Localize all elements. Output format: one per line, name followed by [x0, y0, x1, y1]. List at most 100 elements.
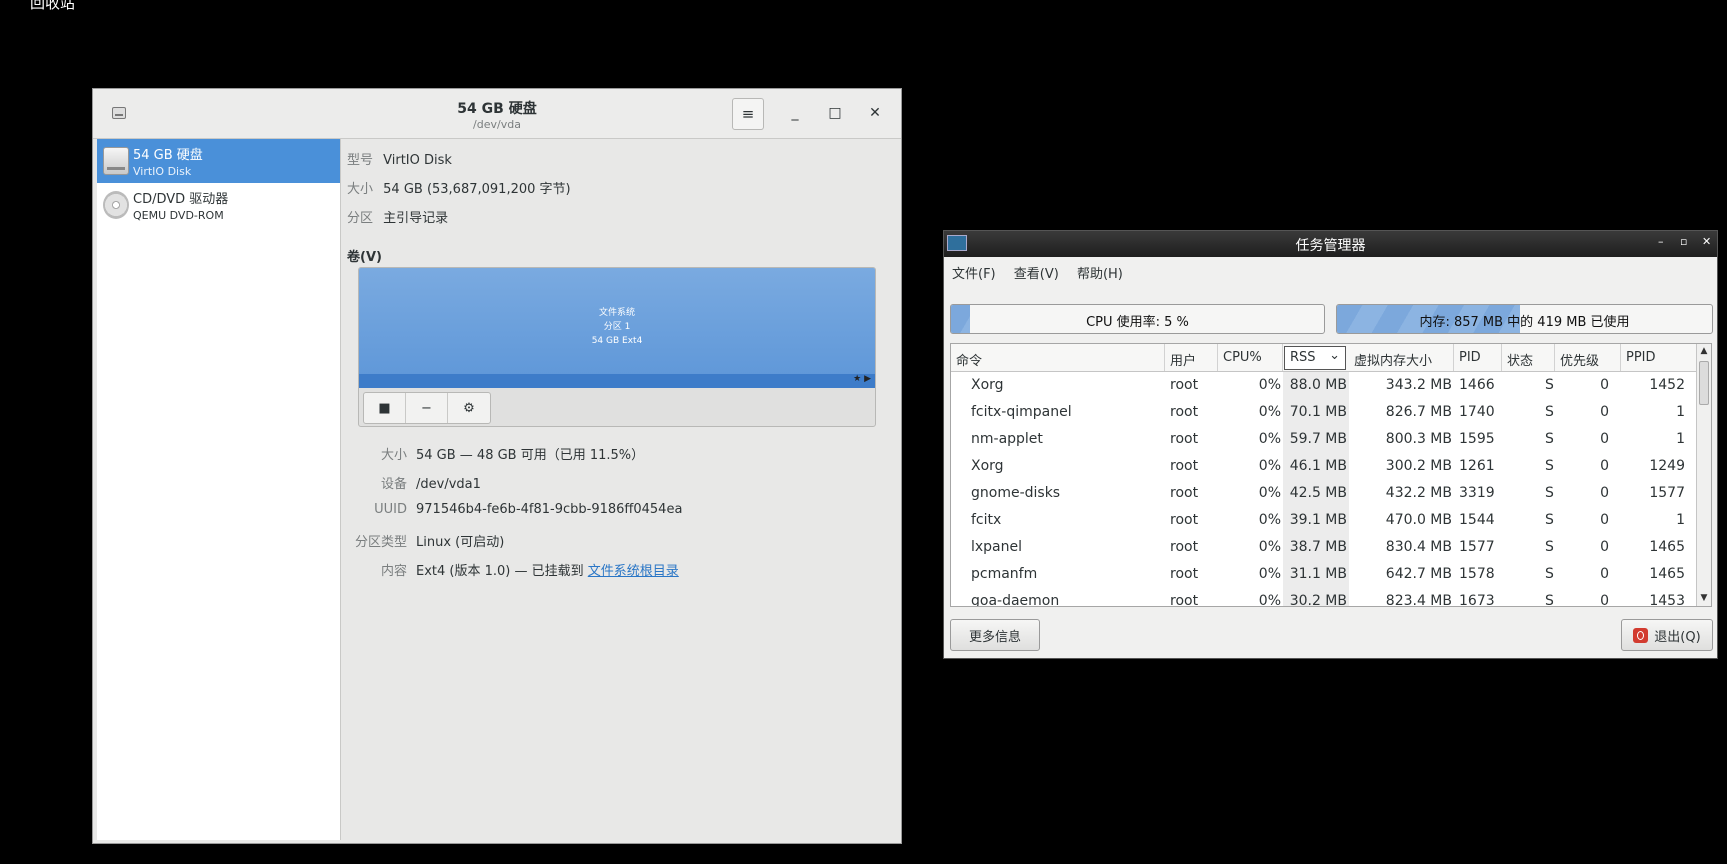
tm-title: 任务管理器 — [1295, 238, 1366, 254]
col-priority[interactable]: 优先级 — [1555, 344, 1621, 371]
info-model-label: 型号 — [347, 153, 374, 168]
cell-prio: 0 — [1600, 431, 1609, 447]
delete-partition-button[interactable]: − — [406, 393, 448, 423]
close-button[interactable]: ✕ — [863, 101, 887, 125]
col-command[interactable]: 命令 — [951, 344, 1165, 371]
cell-prio: 0 — [1600, 458, 1609, 474]
maximize-icon: □ — [828, 105, 842, 121]
detail-content-value: Ext4 (版本 1.0) — 已挂载到 — [416, 564, 588, 579]
table-row[interactable]: fcitx root 0% 39.1 MB 470.0 MB 1544 S 0 1 — [951, 507, 1711, 534]
col-pid[interactable]: PID — [1454, 344, 1502, 371]
cell-pid: 1261 — [1459, 458, 1495, 474]
cell-cpu: 0% — [1258, 566, 1281, 582]
cell-user: root — [1170, 431, 1199, 447]
cell-vmem: 470.0 MB — [1385, 512, 1452, 528]
cell-state: S — [1545, 404, 1554, 420]
menu-help[interactable]: 帮助(H) — [1077, 267, 1123, 282]
device-sidebar: 54 GB 硬盘 VirtIO Disk CD/DVD 驱动器 QEMU DVD… — [97, 139, 341, 840]
menu-button[interactable]: ≡ — [732, 98, 764, 130]
cell-rss: 42.5 MB — [1289, 485, 1347, 501]
table-row[interactable]: nm-applet root 0% 59.7 MB 800.3 MB 1595 S 0 1 — [951, 426, 1711, 453]
cpu-meter: CPU 使用率: 5 % — [950, 304, 1325, 334]
disks-window: 54 GB 硬盘 /dev/vda ≡ _ □ ✕ 54 GB 硬盘 VirtI… — [92, 88, 902, 844]
cell-ppid: 1 — [1676, 431, 1685, 447]
tm-maximize-button[interactable]: ▫ — [1680, 235, 1687, 248]
cell-cpu: 0% — [1258, 539, 1281, 555]
scroll-thumb[interactable] — [1699, 361, 1709, 405]
cell-cmd: Xorg — [971, 458, 1004, 474]
unmount-button[interactable]: ■ — [364, 393, 406, 423]
col-rss[interactable]: RSS ⌄ — [1284, 346, 1346, 370]
detail-device: 设备/dev/vda1 — [342, 473, 481, 492]
cell-pid: 1673 — [1459, 593, 1495, 607]
table-row[interactable]: lxpanel root 0% 38.7 MB 830.4 MB 1577 S 0 1465 — [951, 534, 1711, 561]
col-state[interactable]: 状态 — [1502, 344, 1555, 371]
tm-close-button[interactable]: ✕ — [1702, 235, 1711, 248]
partition-size-label: 54 GB Ext4 — [591, 336, 643, 346]
cell-prio: 0 — [1600, 512, 1609, 528]
quit-label: 退出(Q) — [1654, 629, 1701, 645]
cell-cmd: fcitx-qimpanel — [971, 404, 1072, 420]
device-name: 54 GB 硬盘 — [133, 148, 203, 163]
cell-state: S — [1545, 377, 1554, 393]
disk-details-pane: 型号 VirtIO Disk 大小 54 GB (53,687,091,200 … — [342, 139, 898, 840]
desktop-trash-label[interactable]: 回收站 — [30, 0, 75, 13]
quit-button[interactable]: 退出(Q) — [1621, 619, 1713, 651]
table-row[interactable]: pcmanfm root 0% 31.1 MB 642.7 MB 1578 S 0 1465 — [951, 561, 1711, 588]
info-size: 大小 54 GB (53,687,091,200 字节) — [347, 178, 571, 197]
minus-icon: − — [421, 400, 432, 416]
col-user[interactable]: 用户 — [1165, 344, 1218, 371]
cell-vmem: 432.2 MB — [1385, 485, 1452, 501]
scroll-down-icon[interactable]: ▼ — [1697, 591, 1711, 606]
col-cpu[interactable]: CPU% — [1218, 344, 1283, 371]
minimize-button[interactable]: _ — [783, 101, 807, 125]
maximize-button[interactable]: □ — [823, 101, 847, 125]
detail-contents: 内容 Ext4 (版本 1.0) — 已挂载到 文件系统根目录 — [342, 560, 679, 579]
cell-vmem: 642.7 MB — [1385, 566, 1452, 582]
more-info-button[interactable]: 更多信息 — [950, 619, 1040, 651]
mount-point-link[interactable]: 文件系统根目录 — [588, 564, 679, 579]
stop-icon: ■ — [378, 400, 391, 416]
cell-pid: 1578 — [1459, 566, 1495, 582]
table-row[interactable]: goa-daemon root 0% 30.2 MB 823.4 MB 1673 S 0 145… — [951, 588, 1711, 607]
table-row[interactable]: fcitx-qimpanel root 0% 70.1 MB 826.7 MB 1740 S… — [951, 399, 1711, 426]
table-row[interactable]: Xorg root 0% 88.0 MB 343.2 MB 1466 S 0 1452 — [951, 372, 1711, 399]
partition-options-button[interactable]: ⚙ — [448, 393, 490, 423]
cell-vmem: 830.4 MB — [1385, 539, 1452, 555]
cell-vmem: 300.2 MB — [1385, 458, 1452, 474]
device-sub: QEMU DVD-ROM — [133, 209, 224, 222]
cell-rss: 38.7 MB — [1289, 539, 1347, 555]
device-item-harddisk[interactable]: 54 GB 硬盘 VirtIO Disk — [97, 139, 340, 183]
detail-ptype-value: Linux (可启动) — [416, 535, 505, 550]
menu-file[interactable]: 文件(F) — [952, 267, 996, 282]
cell-state: S — [1545, 539, 1554, 555]
col-virtual-memory[interactable]: 虚拟内存大小 — [1349, 344, 1454, 371]
sort-descending-icon: ⌄ — [1329, 348, 1340, 363]
cell-cmd: gnome-disks — [971, 485, 1061, 501]
tm-minimize-button[interactable]: – — [1658, 235, 1664, 248]
process-table-scrollbar[interactable]: ▲ ▼ — [1696, 344, 1711, 606]
cell-state: S — [1545, 566, 1554, 582]
memory-meter: 内存: 857 MB 中的 419 MB 已使用 — [1336, 304, 1713, 334]
scroll-up-icon[interactable]: ▲ — [1697, 344, 1711, 359]
cell-cpu: 0% — [1258, 485, 1281, 501]
table-row[interactable]: Xorg root 0% 46.1 MB 300.2 MB 1261 S 0 1249 — [951, 453, 1711, 480]
tm-titlebar[interactable]: 任务管理器 – ▫ ✕ — [944, 231, 1717, 257]
process-rows: Xorg root 0% 88.0 MB 343.2 MB 1466 S 0 1452 fcitx… — [951, 372, 1711, 607]
cell-cmd: Xorg — [971, 377, 1004, 393]
cell-state: S — [1545, 431, 1554, 447]
cell-ppid: 1452 — [1649, 377, 1685, 393]
harddisk-icon — [103, 147, 129, 175]
disks-title: 54 GB 硬盘 — [457, 101, 537, 117]
table-row[interactable]: gnome-disks root 0% 42.5 MB 432.2 MB 3319 S 0 15… — [951, 480, 1711, 507]
process-table-header: 命令 用户 CPU% RSS ⌄ 虚拟内存大小 PID 状态 优先级 PPID — [951, 344, 1711, 372]
memory-meter-text: 内存: 857 MB 中的 419 MB 已使用 — [1419, 315, 1630, 330]
partition-block[interactable]: 文件系统 分区 1 54 GB Ext4 — [359, 268, 875, 388]
col-ppid[interactable]: PPID — [1621, 344, 1697, 371]
task-manager-window: 任务管理器 – ▫ ✕ 文件(F) 查看(V) 帮助(H) CPU 使用率: 5… — [943, 230, 1718, 659]
cell-pid: 1577 — [1459, 539, 1495, 555]
cell-vmem: 343.2 MB — [1385, 377, 1452, 393]
device-item-cdrom[interactable]: CD/DVD 驱动器 QEMU DVD-ROM — [97, 183, 340, 227]
gears-icon: ⚙ — [463, 400, 475, 416]
menu-view[interactable]: 查看(V) — [1014, 267, 1059, 282]
